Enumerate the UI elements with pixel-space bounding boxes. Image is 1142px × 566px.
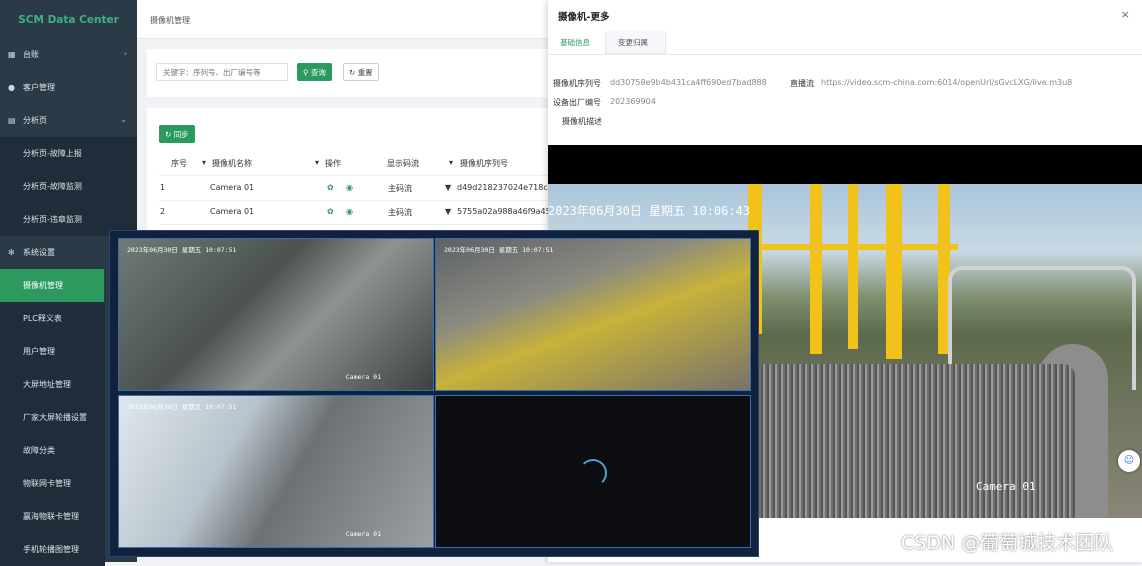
sidebar-item-carousel-settings[interactable]: 厂家大屏轮播设置	[0, 401, 105, 434]
search-card: ⚲ 查询 ↻ 重置	[147, 49, 567, 97]
gear-icon: ✻	[8, 248, 15, 257]
camera-cell[interactable]: 2023年06月30日 星期五 10:07:51 Camera 01	[118, 395, 434, 548]
grid-icon: ▦	[8, 50, 16, 59]
sort-icon: ▾	[202, 158, 207, 167]
row-camera-name: Camera 01	[210, 183, 255, 192]
factory-number-value: 202369904	[610, 97, 656, 106]
breadcrumb: 摄像机管理	[150, 16, 190, 25]
sync-button-label: 同步	[173, 130, 189, 139]
search-button[interactable]: ⚲ 查询	[297, 63, 332, 81]
row-serial: d49d218237024e718c6	[457, 183, 553, 192]
sidebar-item-plc[interactable]: PLC释义表	[0, 302, 105, 335]
camera-cell-loading[interactable]	[435, 395, 751, 548]
sync-icon: ↻	[165, 130, 172, 139]
sidebar-item-ledger[interactable]: ▦ 台账 ›	[0, 38, 137, 71]
cell-timestamp: 2023年06月30日 星期五 10:07:51	[127, 403, 237, 411]
expand-icon[interactable]: ▼	[445, 207, 451, 216]
reset-button[interactable]: ↻ 重置	[343, 63, 379, 81]
cable-drum	[755, 364, 1075, 518]
sidebar-item-fault-monitor[interactable]: 分析页-故障监测	[0, 170, 137, 203]
reset-button-label: 重置	[357, 68, 373, 77]
crane-structure	[748, 244, 958, 250]
row-index: 2	[160, 207, 166, 216]
cell-camera-name: Camera 01	[345, 530, 381, 538]
sidebar-item-label: 系统设置	[23, 248, 55, 257]
view-icon[interactable]: ◉	[346, 183, 353, 192]
factory-number-label: 设备出厂编号	[553, 98, 601, 107]
settings-icon[interactable]: ✿	[327, 183, 334, 192]
row-stream: 主码流	[388, 208, 412, 217]
watermark: CSDN @葡萄城技术团队	[901, 532, 1114, 554]
row-index: 1	[160, 183, 166, 192]
sidebar-item-screen-address[interactable]: 大屏地址管理	[0, 368, 105, 401]
sidebar-subgroup: 摄像机管理 PLC释义表 用户管理 大屏地址管理 厂家大屏轮播设置 故障分类 物…	[0, 269, 105, 566]
column-header-serial[interactable]: 摄像机序列号	[460, 158, 508, 169]
column-header-actions: 操作	[325, 159, 341, 168]
crane-structure	[810, 184, 822, 354]
loading-spinner-icon	[579, 459, 607, 487]
search-input[interactable]	[156, 63, 288, 81]
camera-table: ↻ 同步 序号 ▾ 摄像机名称 ▾ 操作 显示码流 ▾ 摄像机序列号 1 Cam…	[147, 108, 567, 238]
stream-label: 直播流	[790, 79, 814, 88]
serial-value: dd30758e9b4b431ca4ff690ed7bad888	[610, 78, 767, 87]
chevron-down-icon: ⌄	[120, 115, 127, 124]
sidebar-item-users[interactable]: 用户管理	[0, 335, 105, 368]
video-timestamp: 2023年06月30日 星期五 10:06:43	[548, 204, 751, 218]
row-serial: 5755a02a988a46f9a459	[457, 207, 556, 216]
chevron-right-icon: ›	[123, 49, 127, 58]
cell-timestamp: 2023年06月30日 星期五 10:07:51	[127, 246, 237, 254]
sidebar-item-label: 分析页	[23, 116, 47, 125]
settings-icon[interactable]: ✿	[327, 207, 334, 216]
sidebar-item-yinghai-card[interactable]: 赢海物联卡管理	[0, 500, 105, 533]
stream-url-value: https://video.scm-china.com:6014/openUrl…	[821, 78, 1073, 87]
refresh-icon: ↻	[349, 68, 356, 77]
close-icon[interactable]: ×	[1121, 8, 1130, 21]
crane-structure	[886, 184, 902, 359]
drawer-tabs: 基础信息 变更归属	[548, 31, 1142, 55]
tab-basic-info[interactable]: 基础信息	[548, 31, 606, 54]
row-camera-name: Camera 01	[210, 207, 255, 216]
search-button-label: 查询	[310, 68, 326, 77]
tab-change-ownership[interactable]: 变更归属	[606, 31, 666, 54]
brand-logo: SCM Data Center	[18, 14, 119, 26]
divider	[159, 224, 567, 225]
sidebar-item-fault-category[interactable]: 故障分类	[0, 434, 105, 467]
expand-icon[interactable]: ▼	[445, 183, 451, 192]
cell-camera-name: Camera 01	[345, 373, 381, 381]
multi-camera-grid: 2023年06月30日 星期五 10:07:51 Camera 01 2023年…	[109, 230, 759, 557]
sort-icon: ▾	[315, 158, 320, 167]
chart-icon: ▤	[8, 116, 16, 125]
sidebar-item-mobile-carousel[interactable]: 手机轮播图管理	[0, 533, 105, 566]
sidebar-item-iot-card[interactable]: 物联网卡管理	[0, 467, 105, 500]
crane-structure	[848, 184, 858, 349]
sidebar-item-customers[interactable]: ● 客户管理	[0, 71, 137, 104]
sync-button[interactable]: ↻ 同步	[159, 125, 195, 143]
sidebar-item-analysis[interactable]: ▤ 分析页 ⌄	[0, 104, 137, 137]
video-camera-name: Camera 01	[976, 480, 1036, 493]
serial-label: 摄像机序列号	[553, 79, 601, 88]
sidebar-item-label: 客户管理	[23, 83, 55, 92]
camera-cell[interactable]: 2023年06月30日 星期五 10:07:51 Camera 01	[118, 238, 434, 391]
camera-cell[interactable]: 2023年06月30日 星期五 10:07:51	[435, 238, 751, 391]
cell-timestamp: 2023年06月30日 星期五 10:07:51	[444, 246, 554, 254]
search-icon: ⚲	[303, 68, 309, 77]
view-icon[interactable]: ◉	[346, 207, 353, 216]
drawer-title: 摄像机-更多	[558, 12, 610, 23]
user-icon: ●	[8, 83, 15, 92]
sidebar-item-label: 台账	[23, 50, 39, 59]
description-label: 摄像机描述	[562, 117, 602, 126]
column-header-name[interactable]: 摄像机名称	[212, 158, 252, 169]
sidebar-item-fault-report[interactable]: 分析页-故障上报	[0, 137, 137, 170]
row-stream: 主码流	[388, 184, 412, 193]
customer-service-icon[interactable]: ☺	[1118, 450, 1140, 472]
sidebar-item-camera-management[interactable]: 摄像机管理	[0, 269, 104, 302]
divider	[159, 200, 567, 201]
divider	[159, 175, 567, 176]
column-header-index: 序号	[171, 159, 187, 168]
sort-icon: ▾	[449, 158, 454, 167]
column-header-stream: 显示码流	[387, 159, 419, 168]
